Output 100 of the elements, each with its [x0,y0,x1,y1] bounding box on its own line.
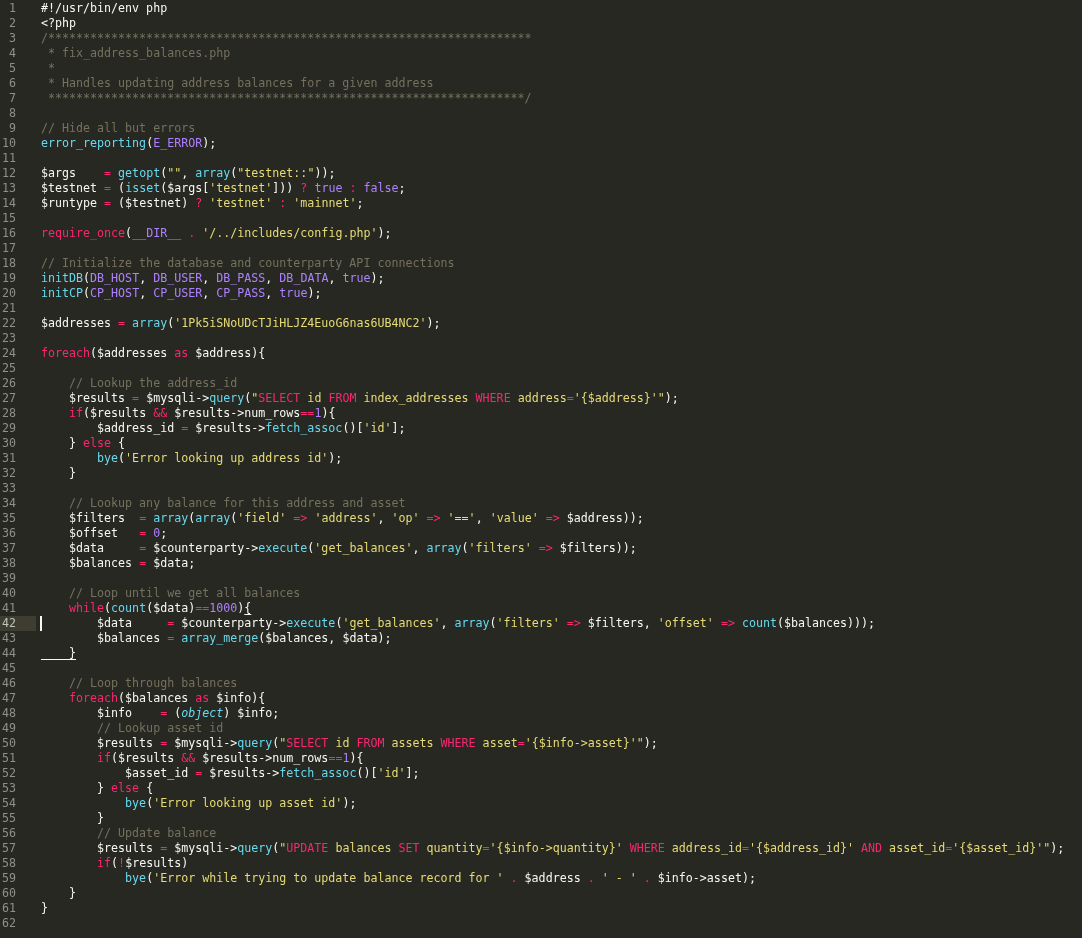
code-line: if($results && $results->num_rows==1){ [96,751,364,765]
code-line: $results = $mysqli->query("SELECT id FROM assets WHERE asset='{$info->asset}'"); [96,736,658,750]
code-line: foreach($addresses as $address){ [41,346,266,360]
line-number: 34 [0,496,17,511]
code-line: // Hide all but errors [41,121,196,135]
line-number: 18 [0,256,17,271]
line-number: 26 [0,376,17,391]
code-line: $addresses = array('1Pk5iSNoUDcTJiHLJZ4EuoG6nas6UB4NC2'); [41,316,441,330]
line-number: 27 [0,391,17,406]
code-line: * Handles updating address balances for a given address [47,76,434,90]
line-number: 35 [0,511,17,526]
code-line: // Lookup asset id [96,721,224,735]
line-number: 39 [0,571,17,586]
line-number: 13 [0,181,17,196]
code-line: } [68,466,77,480]
line-number: 17 [0,241,17,256]
code-line: $filters = array(array('field' => 'address', 'op' => '==', 'value' => $address)); [68,511,644,525]
line-number: 53 [0,781,17,796]
code-line: // Update balance [96,826,217,840]
code-line: while(count($data)==1000){ [68,601,252,615]
line-number: 49 [0,721,17,736]
line-number: 47 [0,691,17,706]
line-number: 32 [0,466,17,481]
code-line: // Loop through balances [68,676,238,690]
code-line: $args = getopt("", array("testnet::")); [41,166,336,180]
line-number: 2 [8,16,17,31]
line-number: 33 [0,481,17,496]
line-number: 3 [8,31,17,46]
line-number: 23 [0,331,17,346]
code-line: #!/usr/bin/env php [41,1,168,15]
code-line: /********************************************************************* [41,31,532,45]
text-cursor [40,616,42,631]
line-number: 29 [0,421,17,436]
line-number: 42 [0,616,36,631]
code-line: } [68,646,77,660]
code-line: ********************************************************************/ [47,91,532,105]
code-line: } else { [68,436,126,450]
code-line: initCP(CP_HOST, CP_USER, CP_PASS, true); [41,286,322,300]
line-number: 57 [0,841,17,856]
line-number: 8 [8,106,17,121]
line-number: 60 [0,886,17,901]
line-number: 43 [0,631,17,646]
line-number: 9 [8,121,17,136]
code-line: $info = (object) $info; [96,706,280,720]
line-number: 19 [0,271,17,286]
line-number: 24 [0,346,17,361]
code-line: initDB(DB_HOST, DB_USER, DB_PASS, DB_DATA, true); [41,271,385,285]
code-line: $testnet = (isset($args['testnet'])) ? true : false; [41,181,406,195]
code-line: * [47,61,56,75]
code-line: $data = $counterparty->execute('get_balances', array('filters' => $filters)); [68,541,637,555]
line-number: 21 [0,301,17,316]
line-number: 6 [8,76,17,91]
code-line: // Lookup the address_id [68,376,238,390]
line-number: 41 [0,601,17,616]
code-line: if(!$results) [96,856,189,870]
line-number: 30 [0,436,17,451]
line-number: 14 [0,196,17,211]
code-line: foreach($balances as $info){ [68,691,266,705]
code-line: $address_id = $results->fetch_assoc()['id']; [96,421,406,435]
line-number: 55 [0,811,17,826]
line-number: 62 [0,916,17,931]
line-number: 50 [0,736,17,751]
line-number: 51 [0,751,17,766]
line-number: 40 [0,586,17,601]
code-line: } [41,901,48,915]
code-line: $runtype = ($testnet) ? 'testnet' : 'mainnet'; [41,196,364,210]
line-number: 38 [0,556,17,571]
line-number: 12 [0,166,17,181]
line-number: 56 [0,826,17,841]
code-line: bye('Error while trying to update balance record for ' . $address . ' - ' . $info->asset); [124,871,756,885]
line-number: 44 [0,646,17,661]
line-number: 28 [0,406,17,421]
line-number: 36 [0,526,17,541]
line-number: 58 [0,856,17,871]
line-number: 16 [0,226,17,241]
line-number: 48 [0,706,17,721]
code-line: $asset_id = $results->fetch_assoc()['id']; [124,766,420,780]
line-number: 31 [0,451,17,466]
line-number: 46 [0,676,17,691]
code-line: // Initialize the database and counterparty API connections [41,256,455,270]
line-number: 11 [0,151,17,166]
line-number: 22 [0,316,17,331]
line-number: 59 [0,871,17,886]
code-line: if($results && $results->num_rows==1){ [68,406,336,420]
code-line: $balances = array_merge($balances, $data); [96,631,392,645]
line-number: 4 [8,46,17,61]
line-number: 54 [0,796,17,811]
code-line: $results = $mysqli->query("SELECT id FROM index_addresses WHERE address='{$address}'"); [68,391,679,405]
code-line: <?php [41,16,77,30]
code-line: } [96,811,105,825]
code-line: $offset = 0; [68,526,168,540]
line-number: 1 [8,1,17,16]
line-number: 37 [0,541,17,556]
line-number: 45 [0,661,17,676]
code-line: * fix_address_balances.php [47,46,231,60]
code-line: error_reporting(E_ERROR); [41,136,217,150]
line-number: 20 [0,286,17,301]
code-line: // Lookup any balance for this address and asset [68,496,406,510]
line-number: 52 [0,766,17,781]
line-number: 15 [0,211,17,226]
